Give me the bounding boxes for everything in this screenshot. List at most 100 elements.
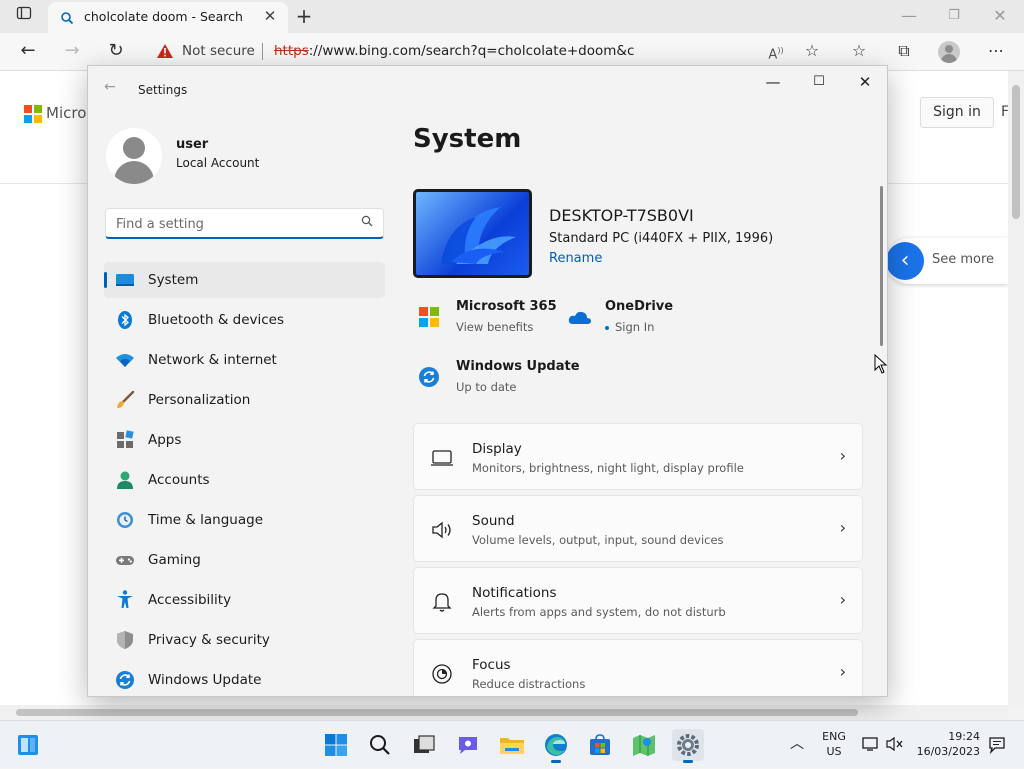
find-setting-input[interactable] [114, 214, 344, 234]
display-card[interactable]: Display Monitors, brightness, night ligh… [413, 423, 863, 490]
task-view-icon[interactable] [408, 729, 440, 761]
maps-icon[interactable] [628, 729, 660, 761]
pc-name: DESKTOP-T7SB0VI [549, 206, 694, 225]
windows-update-tile[interactable]: Windows Update Up to date [418, 358, 598, 400]
settings-scrollbar[interactable] [880, 186, 883, 346]
nav-item-personalization[interactable]: Personalization [104, 382, 385, 418]
favorites-icon[interactable]: ☆ [845, 37, 873, 65]
onedrive-tile[interactable]: OneDrive Sign In [568, 298, 708, 340]
start-icon[interactable] [320, 729, 352, 761]
browser-minimize-icon[interactable]: — [895, 2, 923, 30]
url-rest: ://www.bing.com/search?q=cholcolate+doom… [308, 43, 634, 59]
chat-icon[interactable] [452, 729, 484, 761]
gamepad-icon [114, 549, 136, 571]
rename-link[interactable]: Rename [549, 251, 602, 266]
sound-card[interactable]: Sound Volume levels, output, input, soun… [413, 495, 863, 562]
browser-restore-icon[interactable]: ❐ [940, 2, 968, 30]
address-bar[interactable]: Not secure https://www.bing.com/search?q… [144, 36, 800, 66]
forward-arrow-icon[interactable]: → [58, 37, 86, 65]
language-indicator[interactable]: ENG US [815, 730, 853, 758]
mouse-cursor-icon [874, 353, 888, 378]
file-explorer-icon[interactable] [496, 729, 528, 761]
tab-actions-icon[interactable] [10, 2, 38, 30]
nav-item-privacy-security[interactable]: Privacy & security [104, 622, 385, 658]
find-setting-box[interactable] [105, 208, 384, 239]
card-title: Focus [472, 657, 511, 673]
store-icon[interactable] [584, 729, 616, 761]
settings-maximize-icon[interactable]: ☐ [796, 66, 842, 98]
back-arrow-icon[interactable]: ← [14, 37, 42, 65]
notifications-card[interactable]: Notifications Alerts from apps and syste… [413, 567, 863, 634]
more-options-icon[interactable]: ⋯ [982, 37, 1010, 65]
shield-icon [114, 629, 136, 651]
edge-icon[interactable] [540, 729, 572, 763]
nav-item-system[interactable]: System [104, 262, 385, 298]
page-title: System [413, 124, 522, 154]
close-tab-icon[interactable]: ✕ [260, 6, 280, 26]
account-type: Local Account [176, 156, 260, 170]
nav-label: Bluetooth & devices [148, 312, 285, 328]
monitor-icon [430, 446, 454, 470]
see-more-widget[interactable]: ‹ See more [886, 238, 1008, 284]
clock[interactable]: 19:24 16/03/2023 [912, 730, 980, 758]
show-hidden-icons-icon[interactable]: ︿ [790, 733, 804, 753]
not-secure-label[interactable]: Not secure [182, 43, 255, 59]
browser-tab[interactable]: cholcolate doom - Search ✕ [48, 2, 288, 33]
chevron-left-icon[interactable]: ‹ [886, 242, 924, 280]
focus-icon [430, 662, 454, 686]
page-vertical-scrollbar[interactable] [1008, 71, 1024, 705]
url-scheme: https [274, 43, 309, 59]
profile-avatar[interactable] [938, 41, 960, 63]
card-subtitle: Volume levels, output, input, sound devi… [472, 533, 724, 547]
tile-subtitle: Up to date [456, 380, 517, 394]
collections-icon[interactable]: ⧉ [890, 37, 918, 65]
settings-close-icon[interactable]: ✕ [842, 66, 887, 98]
card-title: Notifications [472, 585, 557, 601]
settings-back-icon[interactable]: ← [104, 79, 116, 95]
tab-strip: cholcolate doom - Search ✕ + — ❐ ✕ [0, 0, 1024, 33]
volume-muted-icon[interactable] [886, 736, 904, 756]
notification-center-icon[interactable] [988, 736, 1006, 758]
browser-close-icon[interactable]: ✕ [986, 2, 1014, 30]
focus-card[interactable]: Focus Reduce distractions › [413, 639, 863, 696]
nav-item-windows-update[interactable]: Windows Update [104, 662, 385, 696]
pc-spec: Standard PC (i440FX + PIIX, 1996) [549, 231, 774, 246]
nav-item-time-language[interactable]: Time & language [104, 502, 385, 538]
onedrive-cloud-icon [568, 308, 592, 330]
microsoft-365-tile[interactable]: Microsoft 365 View benefits [418, 298, 558, 340]
speaker-icon [430, 518, 454, 542]
refresh-icon[interactable]: ↻ [102, 37, 130, 65]
add-favorite-icon[interactable]: ☆ [798, 37, 826, 65]
system-icon [114, 269, 136, 291]
bell-icon [430, 590, 454, 614]
network-icon[interactable] [862, 736, 880, 756]
nav-label: Windows Update [148, 672, 262, 688]
card-title: Display [472, 441, 522, 457]
nav-label: Accessibility [148, 592, 232, 608]
nav-item-network-internet[interactable]: Network & internet [104, 342, 385, 378]
page-horizontal-scrollbar[interactable] [0, 705, 1008, 720]
nav-label: Gaming [148, 552, 201, 568]
nav-item-accounts[interactable]: Accounts [104, 462, 385, 498]
nav-item-apps[interactable]: Apps [104, 422, 385, 458]
sign-in-button[interactable]: Sign in [920, 97, 994, 128]
apps-icon [114, 429, 136, 451]
see-more-label: See more [932, 252, 995, 267]
read-aloud-icon[interactable]: A)) [762, 37, 790, 65]
settings-minimize-icon[interactable]: — [750, 66, 796, 98]
warning-icon [156, 43, 174, 63]
nav-item-bluetooth-devices[interactable]: Bluetooth & devices [104, 302, 385, 338]
windows-update-icon [418, 366, 440, 392]
search-icon [60, 10, 74, 29]
clock-time: 19:24 [948, 730, 980, 743]
url-text[interactable]: https://www.bing.com/search?q=cholcolate… [274, 43, 634, 59]
nav-item-gaming[interactable]: Gaming [104, 542, 385, 578]
microsoft-logo-icon [24, 105, 42, 123]
widgets-icon[interactable] [12, 729, 44, 761]
new-tab-icon[interactable]: + [290, 2, 318, 30]
taskbar-search-icon[interactable] [364, 729, 396, 761]
user-avatar[interactable] [106, 128, 162, 184]
settings-taskbar-icon[interactable] [672, 729, 704, 763]
address-divider [262, 43, 263, 60]
nav-item-accessibility[interactable]: Accessibility [104, 582, 385, 618]
